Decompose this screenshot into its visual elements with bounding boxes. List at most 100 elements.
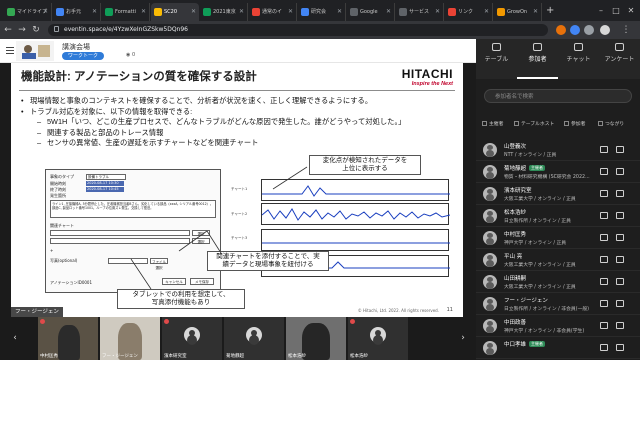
filter-table-host[interactable]: テーブルホスト (514, 120, 554, 127)
tab-title: サービス (409, 9, 430, 15)
chat-icon[interactable] (600, 322, 608, 329)
callout-bottom-line: 写真添付機能もあり (151, 299, 211, 306)
tab-tables[interactable]: テーブル (476, 43, 517, 63)
close-tab-icon[interactable]: ✕ (337, 3, 342, 21)
checkbox[interactable] (564, 121, 569, 126)
business-card-icon[interactable] (616, 322, 624, 329)
minimize-icon[interactable]: – (594, 0, 608, 21)
checkbox[interactable] (482, 121, 487, 126)
close-tab-icon[interactable]: ✕ (435, 3, 440, 21)
close-tab-icon[interactable]: ✕ (92, 3, 97, 21)
browser-tab[interactable]: 研究会 ✕ (298, 3, 346, 21)
browser-tab[interactable]: 通常のイ ✕ (249, 3, 297, 21)
chat-icon[interactable] (600, 212, 608, 219)
filter-organizer[interactable]: 主催者 (482, 120, 503, 127)
business-card-icon[interactable] (616, 212, 624, 219)
filter-participant[interactable]: 参加者 (564, 120, 585, 127)
browser-tab[interactable]: Formatti ✕ (102, 3, 150, 21)
url-text[interactable]: eventin.space/e/4YzwXeInGZSkw5DQn96 (64, 24, 188, 36)
participant-row[interactable]: 山田耕嗣 大阪工業大学 / オンライン / 正員 (476, 271, 640, 293)
close-tab-icon[interactable]: ✕ (191, 3, 196, 21)
video-tile[interactable]: 松本浩紗 (286, 317, 346, 360)
forward-icon[interactable]: → (16, 21, 28, 39)
close-tab-icon[interactable]: ✕ (239, 3, 244, 21)
puzzle-icon[interactable] (584, 25, 594, 35)
room-tag[interactable]: ワークトーク (62, 52, 105, 60)
back-icon[interactable]: ← (2, 21, 14, 39)
chat-icon[interactable] (600, 278, 608, 285)
filter-label: テーブルホスト (521, 122, 555, 127)
participant-row[interactable]: 中田政善 神戸大学 / オンライン / 非会員(学生) (476, 315, 640, 337)
participant-name-text: フー・ジージェン (504, 298, 548, 304)
close-tab-icon[interactable]: ✕ (386, 3, 391, 21)
participant-row[interactable]: 中村匡秀 神戸大学 / オンライン / 正員 (476, 227, 640, 249)
close-tab-icon[interactable]: ✕ (484, 3, 489, 21)
browser-tab[interactable]: リンク ✕ (445, 3, 493, 21)
video-tile[interactable]: 中村匡秀 (38, 317, 98, 360)
extension-icon[interactable] (556, 25, 566, 35)
sidebar-tabs: テーブル 参加者 チャット アンケート (476, 39, 640, 79)
participant-row[interactable]: フー・ジージェン 日立製作所 / オンライン / 非会員(一般) (476, 293, 640, 315)
chat-icon[interactable] (600, 300, 608, 307)
chat-icon[interactable] (600, 168, 608, 175)
close-tab-icon[interactable]: ✕ (533, 3, 538, 21)
participant-row[interactable]: 平山 亮大阪工業大学 / オンライン / 正員 (476, 249, 640, 271)
new-tab-button[interactable]: + (546, 3, 554, 19)
business-card-icon[interactable] (616, 234, 624, 241)
business-card-icon[interactable] (616, 278, 624, 285)
video-tile[interactable]: フー・ジージェン (100, 317, 160, 360)
close-window-icon[interactable]: ✕ (624, 0, 638, 21)
chat-icon[interactable] (600, 190, 608, 197)
maximize-icon[interactable]: □ (609, 0, 623, 21)
browser-tab[interactable]: お手元 ✕ (53, 3, 101, 21)
participant-row[interactable]: 菊地靜超 主催者 物質・材料研究機構 (SC研究会 2022... (476, 161, 640, 183)
video-tile[interactable]: 菊地靜超 (224, 317, 284, 360)
business-card-icon[interactable] (616, 300, 624, 307)
close-tab-icon[interactable]: ✕ (43, 3, 48, 21)
browser-tab[interactable]: SC20 ✕ (151, 3, 199, 21)
business-card-icon[interactable] (616, 146, 624, 153)
browser-tab[interactable]: 2021東京 ✕ (200, 3, 248, 21)
extension-icon[interactable] (570, 25, 580, 35)
video-tile[interactable]: 濱本研究室 (162, 317, 222, 360)
tab-participants[interactable]: 参加者 (517, 43, 558, 63)
browser-tab[interactable]: GrowOn ✕ (494, 3, 542, 21)
chat-icon[interactable] (600, 256, 608, 263)
participant-row[interactable]: 松本浩紗 日立製作所 / オンライン / 正員 (476, 205, 640, 227)
active-tab-indicator (517, 77, 558, 79)
chat-icon[interactable] (600, 344, 608, 351)
address-bar[interactable]: eventin.space/e/4YzwXeInGZSkw5DQn96 (48, 24, 548, 36)
browser-tab[interactable]: Google ✕ (347, 3, 395, 21)
participant-search-input[interactable]: 参加者名で検索 (484, 89, 632, 103)
avatar (483, 165, 497, 179)
avatar (483, 187, 497, 201)
more-menu-icon[interactable]: ⋮ (620, 21, 632, 39)
chat-icon[interactable] (600, 234, 608, 241)
checkbox[interactable] (514, 121, 519, 126)
chat-icon[interactable] (600, 146, 608, 153)
filter-connections[interactable]: つながり (598, 120, 624, 127)
checkbox[interactable] (598, 121, 603, 126)
tab-favicon-icon (399, 8, 407, 16)
tab-survey[interactable]: アンケート (599, 43, 640, 63)
browser-tab[interactable]: サービス ✕ (396, 3, 444, 21)
reload-icon[interactable]: ↻ (30, 21, 42, 39)
avatar (246, 327, 262, 343)
close-tab-icon[interactable]: ✕ (141, 3, 146, 21)
tiles-prev-icon[interactable]: ‹ (10, 333, 20, 343)
browser-tab[interactable]: マイドライブ ✕ (4, 3, 52, 21)
participant-row[interactable]: 中口孝雄 主催者 (476, 337, 640, 359)
organizer-badge: 主催者 (529, 165, 546, 171)
profile-avatar[interactable] (600, 25, 610, 35)
business-card-icon[interactable] (616, 190, 624, 197)
close-tab-icon[interactable]: ✕ (288, 3, 293, 21)
video-tile[interactable]: 松本浩紗 (348, 317, 408, 360)
hamburger-menu-icon[interactable] (6, 47, 14, 54)
business-card-icon[interactable] (616, 168, 624, 175)
business-card-icon[interactable] (616, 344, 624, 351)
participant-row[interactable]: 濱本研究室 大阪工業大学 / オンライン / 正員 (476, 183, 640, 205)
participant-row[interactable]: 山登義次 NTT / オンライン / 正員 (476, 139, 640, 161)
tab-chat[interactable]: チャット (558, 43, 599, 63)
business-card-icon[interactable] (616, 256, 624, 263)
tab-title: 2021東京 (213, 9, 236, 15)
